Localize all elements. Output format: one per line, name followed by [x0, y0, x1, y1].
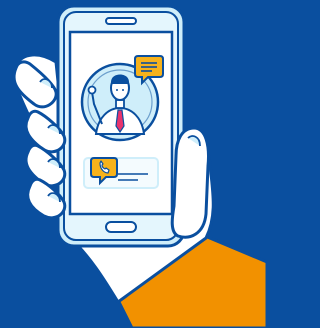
- phone-speaker: [105, 17, 137, 25]
- home-button: [105, 221, 137, 233]
- thumb: [170, 126, 210, 239]
- illustration-canvas: [0, 0, 267, 328]
- illustration: [0, 0, 267, 328]
